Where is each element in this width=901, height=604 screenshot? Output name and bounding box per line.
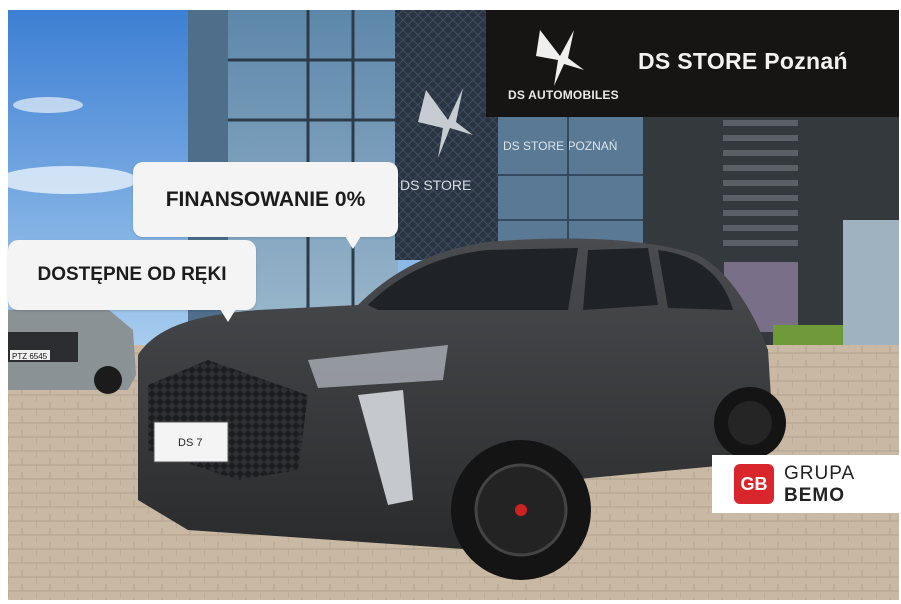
partner-line2: BEMO xyxy=(784,485,845,506)
grupa-bemo-logo-icon: GB xyxy=(734,464,774,504)
banner-subtitle: DS AUTOMOBILES xyxy=(508,88,619,102)
grupa-bemo-badge: GB GRUPA BEMO xyxy=(712,455,899,513)
availability-bubble: DOSTĘPNE OD RĘKI xyxy=(8,240,256,322)
front-plate: DS 7 xyxy=(178,437,202,449)
left-car-plate: PTZ 6545 xyxy=(12,352,48,361)
partner-line1: GRUPA xyxy=(784,463,856,484)
building-sign-glass: DS STORE POZNAŃ xyxy=(503,138,617,153)
ds-store-banner: DS AUTOMOBILES DS STORE Poznań xyxy=(486,10,899,117)
banner-title: DS STORE Poznań xyxy=(638,48,848,74)
ds-automobiles-logo-icon xyxy=(536,30,584,86)
parked-car-left: PTZ 6545 xyxy=(8,305,136,394)
building-sign-main: DS STORE xyxy=(400,177,471,193)
financing-bubble: FINANSOWANIE 0% xyxy=(133,162,398,249)
